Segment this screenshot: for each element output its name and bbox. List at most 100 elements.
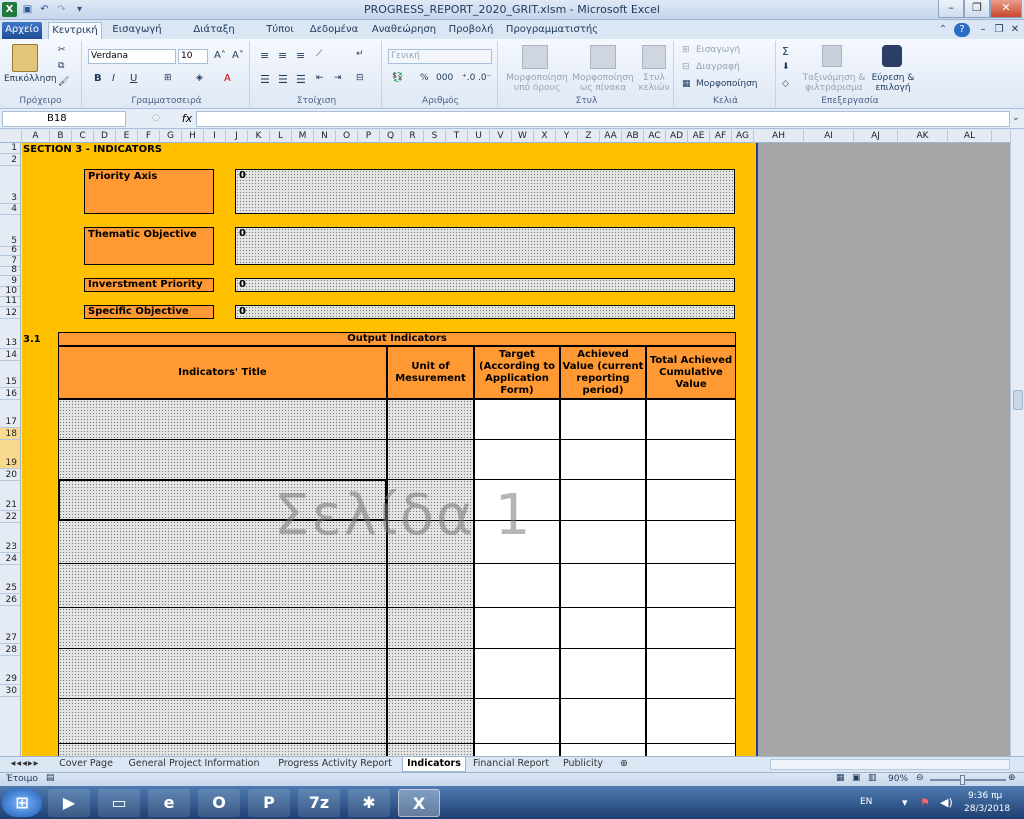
- volume-icon[interactable]: ◀): [940, 796, 953, 809]
- workbook-restore-icon[interactable]: ❐: [992, 22, 1006, 39]
- row-header-27[interactable]: 27: [0, 606, 20, 644]
- app-icon[interactable]: ✱: [348, 789, 390, 817]
- column-header-AK[interactable]: AK: [898, 130, 948, 143]
- row-header-21[interactable]: 21: [0, 481, 20, 511]
- font-name-select[interactable]: Verdana: [88, 49, 176, 64]
- tab-formulas[interactable]: Τύποι: [262, 22, 298, 39]
- column-header-AJ[interactable]: AJ: [854, 130, 898, 143]
- close-button[interactable]: ✕: [990, 0, 1022, 18]
- sort-filter-icon[interactable]: [822, 45, 842, 67]
- indicator-cell[interactable]: [58, 648, 387, 699]
- name-box[interactable]: B18: [2, 111, 126, 127]
- cell-styles-button[interactable]: Στυλ κελιών: [636, 73, 672, 93]
- column-header-AI[interactable]: AI: [804, 130, 854, 143]
- row-header-8[interactable]: 8: [0, 266, 20, 276]
- conditional-format-icon[interactable]: [522, 45, 548, 69]
- indicator-cell[interactable]: [58, 399, 387, 440]
- indicator-cell[interactable]: [58, 439, 387, 480]
- action-center-icon[interactable]: ⚑: [920, 796, 930, 809]
- column-header-P[interactable]: P: [358, 130, 380, 143]
- column-header-A[interactable]: A: [22, 130, 50, 143]
- row-header-18[interactable]: 18: [0, 428, 20, 440]
- increase-indent-icon[interactable]: ⇥: [334, 73, 342, 83]
- currency-icon[interactable]: 💱: [392, 73, 403, 83]
- indicator-cell[interactable]: [560, 520, 646, 564]
- indicator-cell[interactable]: [646, 698, 736, 744]
- 7zip-icon[interactable]: 7z: [298, 789, 340, 817]
- column-header-M[interactable]: M: [292, 130, 314, 143]
- minimize-button[interactable]: –: [938, 0, 964, 18]
- column-header-W[interactable]: W: [512, 130, 534, 143]
- find-select-icon[interactable]: [882, 45, 902, 67]
- powerpoint-icon[interactable]: P: [248, 789, 290, 817]
- formula-input[interactable]: [196, 111, 1010, 127]
- fill-icon[interactable]: ⬇: [782, 62, 790, 72]
- indicator-cell[interactable]: [387, 743, 474, 756]
- thematic-objective-value[interactable]: 0: [235, 227, 735, 265]
- column-header-H[interactable]: H: [182, 130, 204, 143]
- sheet-tab-general-info[interactable]: General Project Information: [124, 757, 264, 772]
- underline-button[interactable]: U: [130, 73, 137, 84]
- worksheet[interactable]: SECTION 3 - INDICATORS Priority Axis 0 T…: [22, 143, 1010, 756]
- font-size-select[interactable]: 10: [178, 49, 208, 64]
- column-header-G[interactable]: G: [160, 130, 182, 143]
- merge-center-icon[interactable]: ⊟: [356, 73, 364, 83]
- format-table-icon[interactable]: [590, 45, 616, 69]
- internet-explorer-icon[interactable]: e: [148, 789, 190, 817]
- column-header-T[interactable]: T: [446, 130, 468, 143]
- row-header-13[interactable]: 13: [0, 319, 20, 349]
- insert-cells-button[interactable]: Εισαγωγή: [696, 45, 740, 55]
- row-header-26[interactable]: 26: [0, 594, 20, 606]
- row-header-6[interactable]: 6: [0, 246, 20, 256]
- align-bottom-icon[interactable]: ≡: [296, 49, 305, 62]
- tab-view[interactable]: Προβολή: [446, 22, 496, 39]
- format-cells-icon[interactable]: ▦: [682, 79, 691, 89]
- clock-date[interactable]: 28/3/2018: [964, 804, 1010, 814]
- indicator-cell[interactable]: [560, 563, 646, 608]
- number-format-select[interactable]: Γενική: [388, 49, 492, 64]
- expand-formula-icon[interactable]: ⌄: [1012, 113, 1020, 123]
- row-header-28[interactable]: 28: [0, 644, 20, 656]
- vertical-scroll-thumb[interactable]: [1013, 390, 1023, 410]
- format-painter-icon[interactable]: 🖌: [58, 77, 69, 87]
- row-header-15[interactable]: 15: [0, 361, 20, 388]
- paste-button[interactable]: Επικόλληση: [4, 74, 57, 84]
- cut-icon[interactable]: ✂: [58, 45, 66, 55]
- indicator-cell[interactable]: [560, 743, 646, 756]
- row-header-17[interactable]: 17: [0, 400, 20, 428]
- row-header-19[interactable]: 19: [0, 440, 20, 469]
- row-header-3[interactable]: 3: [0, 166, 20, 204]
- row-header-12[interactable]: 12: [0, 307, 20, 319]
- excel-taskbar-icon[interactable]: X: [398, 789, 440, 817]
- column-header-F[interactable]: F: [138, 130, 160, 143]
- borders-icon[interactable]: ⊞: [164, 73, 172, 83]
- file-explorer-icon[interactable]: ▭: [98, 789, 140, 817]
- normal-view-icon[interactable]: ▦: [836, 773, 845, 783]
- vertical-scrollbar[interactable]: [1010, 130, 1024, 756]
- indicator-cell[interactable]: [646, 479, 736, 521]
- indicator-cell[interactable]: [560, 399, 646, 440]
- indicator-cell[interactable]: [646, 607, 736, 649]
- row-header-20[interactable]: 20: [0, 469, 20, 481]
- sheet-tab-publicity[interactable]: Publicity: [556, 757, 610, 772]
- indicator-cell[interactable]: [560, 479, 646, 521]
- tab-page-layout[interactable]: Διάταξη σελίδας: [172, 22, 256, 51]
- indicator-cell[interactable]: [58, 743, 387, 756]
- sheet-tab-indicators[interactable]: Indicators: [402, 757, 466, 772]
- indicator-cell[interactable]: [474, 698, 560, 744]
- column-header-AE[interactable]: AE: [688, 130, 710, 143]
- sort-filter-button[interactable]: Ταξινόμηση & φιλτράρισμα: [802, 73, 866, 93]
- indicator-cell[interactable]: [387, 563, 474, 608]
- workbook-minimize-icon[interactable]: –: [976, 22, 990, 39]
- column-header-L[interactable]: L: [270, 130, 292, 143]
- column-header-N[interactable]: N: [314, 130, 336, 143]
- row-header-22[interactable]: 22: [0, 511, 20, 523]
- decrease-indent-icon[interactable]: ⇤: [316, 73, 324, 83]
- indicator-cell[interactable]: [646, 648, 736, 699]
- align-top-icon[interactable]: ≡: [260, 49, 269, 62]
- indicator-cell[interactable]: [474, 399, 560, 440]
- indicator-cell[interactable]: [58, 563, 387, 608]
- sheet-tab-cover-page[interactable]: Cover Page: [52, 757, 120, 772]
- cell-styles-icon[interactable]: [642, 45, 666, 69]
- row-header-7[interactable]: 7: [0, 256, 20, 267]
